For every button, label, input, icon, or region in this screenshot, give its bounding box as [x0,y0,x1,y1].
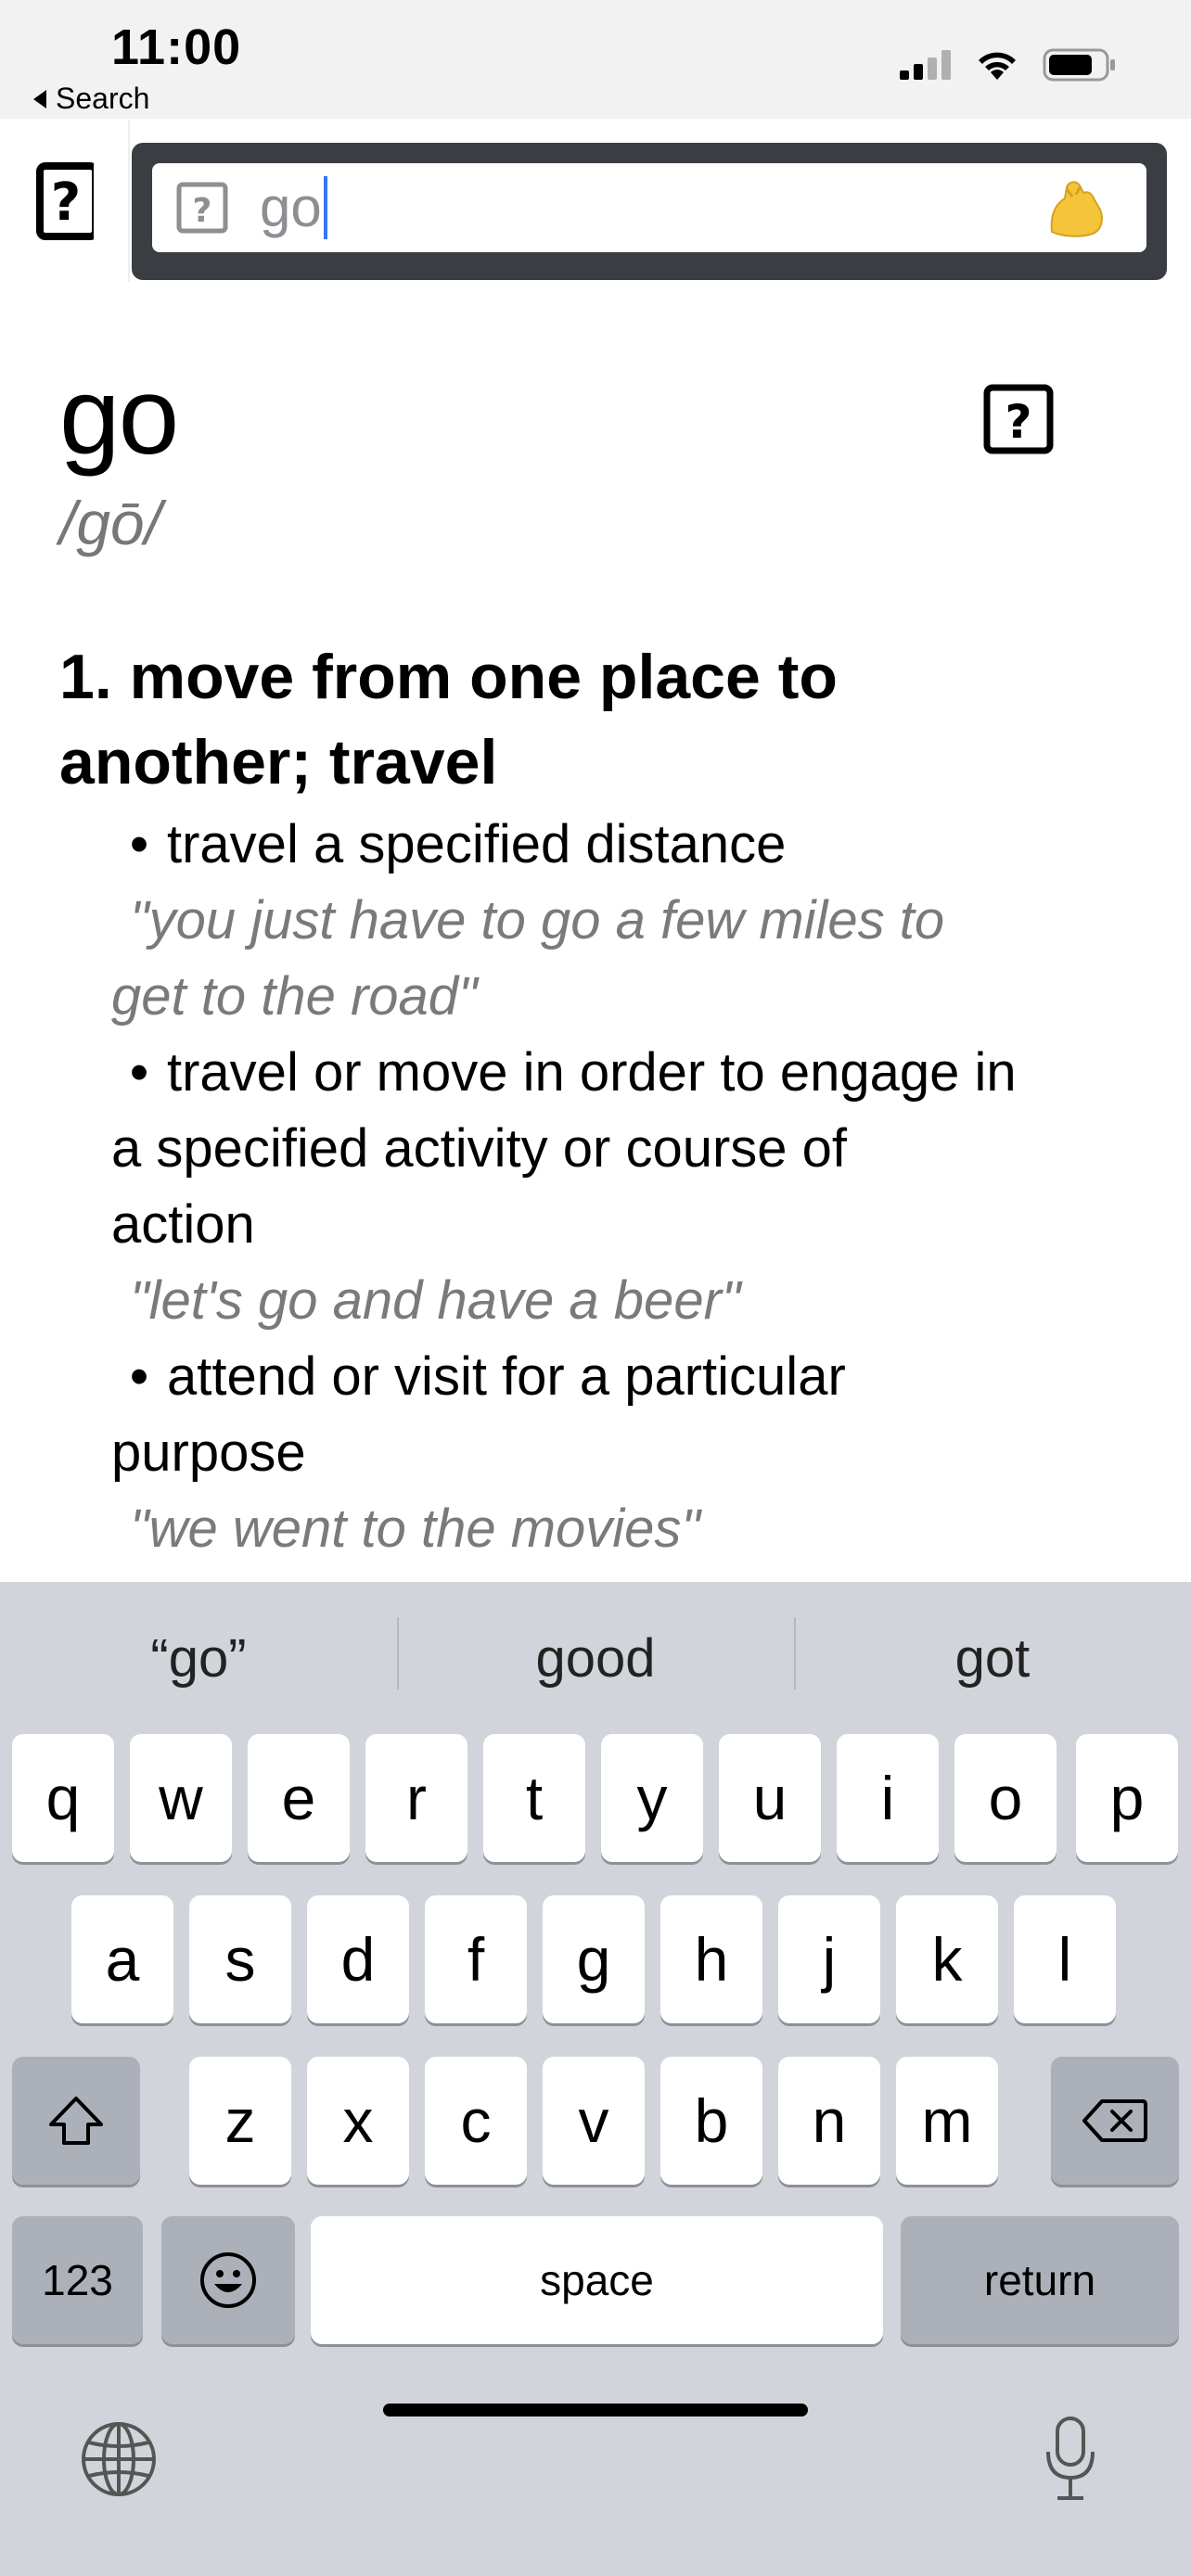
search-query: go [260,176,327,239]
key-c[interactable]: c [425,2057,527,2185]
key-u[interactable]: u [719,1734,821,1862]
key-z[interactable]: z [189,2057,291,2185]
key-t[interactable]: t [483,1734,585,1862]
subsense-example: get to the road" [111,966,478,1027]
key-i[interactable]: i [837,1734,939,1862]
delete-key[interactable] [1051,2057,1179,2185]
question-box-icon[interactable]: ? [983,384,1054,454]
flexed-biceps-icon[interactable] [1046,178,1106,239]
key-f[interactable]: f [425,1895,527,2023]
key-l[interactable]: l [1014,1895,1116,2023]
search-query-text: go [260,176,322,238]
emoji-key[interactable] [161,2216,295,2344]
clock: 11:00 [111,19,242,75]
question-box-icon: ? [176,182,228,234]
text-caret [323,176,327,239]
back-triangle-icon [33,89,46,108]
key-y[interactable]: y [601,1734,703,1862]
bullet: • [129,1042,149,1103]
suggestion-item[interactable]: got [794,1582,1191,1734]
bullet: • [129,1346,149,1407]
key-j[interactable]: j [778,1895,880,2023]
subsense-definition: action [111,1194,255,1255]
microphone-icon[interactable] [1043,2415,1098,2504]
suggestion-item[interactable]: “go” [0,1582,397,1734]
status-bar: 11:00 Search [0,0,1191,119]
delete-icon [1082,2099,1147,2142]
search-bar: ? go [132,143,1167,280]
key-e[interactable]: e [248,1734,350,1862]
key-m[interactable]: m [896,2057,998,2185]
numbers-key[interactable]: 123 [12,2216,143,2344]
sidebar-help-button[interactable]: ? [0,121,130,282]
sense-title-line: another; travel [59,727,498,797]
back-link-label: Search [56,82,150,115]
signal-icon [900,50,951,80]
subsense-definition: • travel a specified distance [111,807,1141,883]
key-q[interactable]: q [12,1734,114,1862]
key-h[interactable]: h [660,1895,762,2023]
headword: go [59,355,179,478]
subsense-definition: • travel or move in order to engage in [111,1035,1141,1111]
battery-icon [1043,48,1115,82]
bullet: • [129,814,149,874]
svg-text:?: ? [1005,395,1031,449]
svg-text:?: ? [193,192,212,230]
subsense-example: "you just have to go a few miles to [130,890,945,950]
key-d[interactable]: d [307,1895,409,2023]
dictionary-entry-header: go /gō/ [59,362,1135,558]
key-x[interactable]: x [307,2057,409,2185]
globe-icon[interactable] [80,2420,158,2498]
key-r[interactable]: r [365,1734,467,1862]
back-to-search-link[interactable]: Search [33,82,149,116]
key-s[interactable]: s [189,1895,291,2023]
space-key[interactable]: space [311,2216,883,2344]
wifi-icon [979,52,1016,80]
key-a[interactable]: a [71,1895,173,2023]
suggestion-item[interactable]: good [397,1582,794,1734]
home-indicator[interactable] [383,2404,808,2417]
return-key[interactable]: return [901,2216,1179,2344]
sense-title: 1. move from one place to another; trave… [59,634,1135,805]
subsense-definition: • attend or visit for a particular [111,1339,1141,1415]
key-p[interactable]: p [1076,1734,1178,1862]
key-b[interactable]: b [660,2057,762,2185]
keyboard: “go” good got q w e r t y u i o p a s d … [0,1582,1191,2576]
shift-key[interactable] [12,2057,140,2185]
shift-icon [49,2097,103,2145]
key-o[interactable]: o [954,1734,1057,1862]
app-bar: ? ? go [0,119,1191,286]
key-n[interactable]: n [778,2057,880,2185]
key-k[interactable]: k [896,1895,998,2023]
key-v[interactable]: v [543,2057,645,2185]
emoji-icon [200,2252,256,2308]
question-box-icon: ? [36,162,94,240]
key-w[interactable]: w [130,1734,232,1862]
svg-text:?: ? [51,172,81,233]
subsense-example: "we went to the movies" [130,1498,701,1559]
pronunciation: /gō/ [59,489,162,557]
search-input[interactable]: ? go [152,163,1146,252]
predictive-bar: “go” good got [0,1582,1191,1734]
key-g[interactable]: g [543,1895,645,2023]
subsense-definition: purpose [111,1422,306,1483]
subsense-definition: a specified activity or course of [111,1118,848,1179]
subsense-example: "let's go and have a beer" [130,1270,741,1331]
sense-title-line: 1. move from one place to [59,642,838,712]
status-icons [900,48,1117,82]
